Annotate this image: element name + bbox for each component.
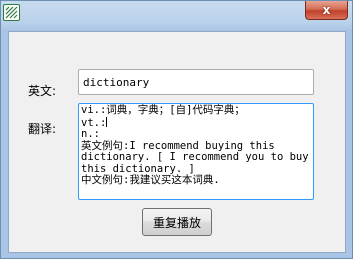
main-panel: 英文: 翻译: vi.:词典，字典；[自]代码字典； vt.: n.: 英文例句…	[8, 31, 346, 253]
translation-line-vt-text: vt.:	[81, 116, 107, 129]
english-label: 英文:	[28, 84, 57, 98]
dictionary-app-icon	[3, 4, 20, 21]
title-bar[interactable]: x	[1, 1, 352, 31]
english-word-input[interactable]	[78, 69, 314, 95]
translation-line-vi: vi.:词典，字典；[自]代码字典；	[81, 104, 245, 116]
translation-textarea[interactable]: vi.:词典，字典；[自]代码字典； vt.: n.: 英文例句:I recom…	[78, 103, 314, 200]
close-button[interactable]: x	[305, 1, 348, 20]
translation-label: 翻译:	[28, 122, 57, 136]
translation-line-vt: vt.:	[81, 116, 311, 130]
app-window: x 英文: 翻译: vi.:词典，字典；[自]代码字典； vt.: n.: 英文…	[0, 0, 353, 259]
chinese-example-sentence: 中文例句:我建议买这本词典.	[81, 174, 220, 186]
translation-line-n: n.:	[81, 128, 100, 140]
text-caret	[106, 116, 108, 127]
english-example-sentence: 英文例句:I recommend buying this dictionary.…	[81, 139, 309, 175]
replay-button[interactable]: 重复播放	[142, 208, 212, 236]
close-icon: x	[322, 3, 331, 17]
